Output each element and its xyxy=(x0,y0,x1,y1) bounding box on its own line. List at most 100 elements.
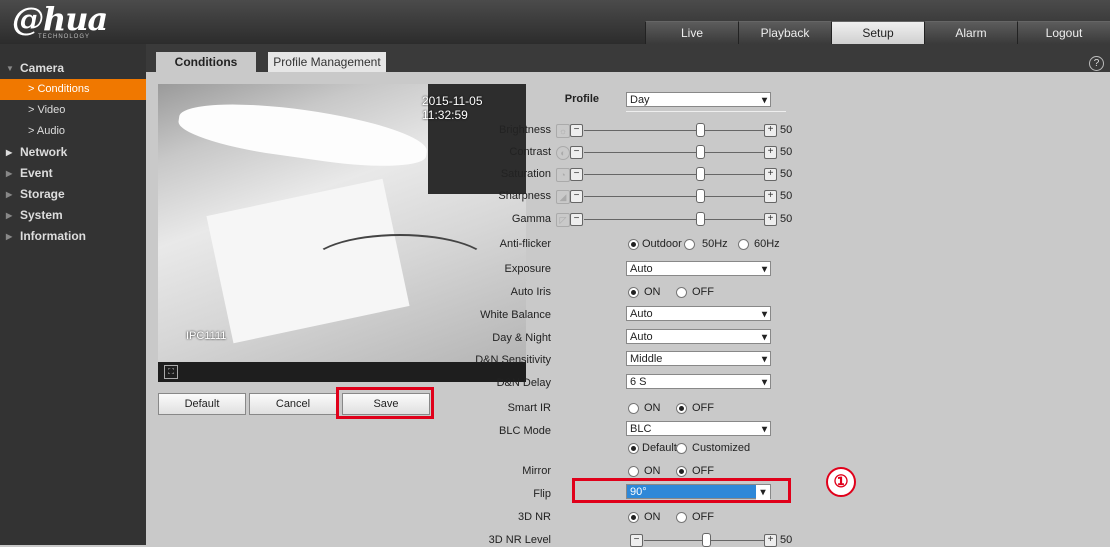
gamma-decrease-button[interactable]: − xyxy=(570,213,583,226)
sidebar-item-conditions[interactable]: > Conditions xyxy=(0,79,146,100)
dn-sensitivity-select[interactable]: Middle ▾ xyxy=(626,351,771,366)
sharpness-value: 50 xyxy=(780,190,793,202)
sidebar-item-system[interactable]: ▶ System xyxy=(0,205,146,226)
blc-customized-label: Customized xyxy=(692,442,751,454)
blc-default-label: Default xyxy=(642,442,677,454)
brightness-label: Brightness xyxy=(499,124,551,136)
default-button[interactable]: Default xyxy=(158,393,246,415)
chevron-down-icon: ▾ xyxy=(761,354,767,365)
saturation-slider-thumb[interactable] xyxy=(696,167,705,181)
top-navigation: Live Playback Setup Alarm Logout xyxy=(645,21,1110,44)
gamma-slider-thumb[interactable] xyxy=(696,212,705,226)
blc-customized-radio[interactable] xyxy=(676,443,687,454)
fullscreen-icon[interactable]: ⛶ xyxy=(164,365,178,379)
blc-default-radio[interactable] xyxy=(628,443,639,454)
blc-mode-label: BLC Mode xyxy=(499,425,551,437)
exposure-select[interactable]: Auto ▾ xyxy=(626,261,771,276)
chevron-down-icon: ▾ xyxy=(761,309,767,320)
saturation-label: Saturation xyxy=(500,168,551,180)
brightness-decrease-button[interactable]: − xyxy=(570,124,583,137)
mirror-on-label: ON xyxy=(644,465,661,477)
anti-flicker-outdoor-label: Outdoor xyxy=(642,238,682,250)
sharpness-track xyxy=(584,196,764,197)
tab-logout[interactable]: Logout xyxy=(1017,21,1110,44)
smart-ir-on-radio[interactable] xyxy=(628,403,639,414)
sidebar-item-label: Network xyxy=(20,145,68,159)
sidebar-item-event[interactable]: ▶ Event xyxy=(0,163,146,184)
gamma-increase-button[interactable]: + xyxy=(764,213,777,226)
3d-nr-level-increase-button[interactable]: + xyxy=(764,534,777,547)
brightness-slider-thumb[interactable] xyxy=(696,123,705,137)
sidebar-item-camera[interactable]: ▼ Camera xyxy=(0,58,146,79)
auto-iris-label: Auto Iris xyxy=(510,286,551,298)
anti-flicker-60hz-radio[interactable] xyxy=(738,239,749,250)
profile-value: Day xyxy=(630,94,650,106)
profile-select[interactable]: Day ▾ xyxy=(626,92,771,107)
tab-alarm[interactable]: Alarm xyxy=(924,21,1017,44)
smart-ir-off-label: OFF xyxy=(692,402,714,414)
sharpness-label: Sharpness xyxy=(498,190,551,202)
saturation-decrease-button[interactable]: − xyxy=(570,168,583,181)
tab-playback[interactable]: Playback xyxy=(738,21,831,44)
contrast-decrease-button[interactable]: − xyxy=(570,146,583,159)
smart-ir-label: Smart IR xyxy=(507,402,551,414)
auto-iris-off-radio[interactable] xyxy=(676,287,687,298)
chevron-down-icon: ▾ xyxy=(761,264,767,275)
tab-conditions[interactable]: Conditions xyxy=(156,52,256,72)
dn-delay-label: D&N Delay xyxy=(496,377,551,389)
white-balance-select[interactable]: Auto ▾ xyxy=(626,306,771,321)
brightness-increase-button[interactable]: + xyxy=(764,124,777,137)
anti-flicker-outdoor-radio[interactable] xyxy=(628,239,639,250)
anti-flicker-50hz-radio[interactable] xyxy=(684,239,695,250)
chevron-down-icon: ▾ xyxy=(761,95,767,106)
3d-nr-level-decrease-button[interactable]: − xyxy=(630,534,643,547)
sidebar-item-audio[interactable]: > Audio xyxy=(0,121,146,142)
sidebar-item-storage[interactable]: ▶ Storage xyxy=(0,184,146,205)
sharpness-increase-button[interactable]: + xyxy=(764,190,777,203)
tab-live[interactable]: Live xyxy=(645,21,738,44)
dn-delay-value: 6 S xyxy=(630,376,647,388)
tab-setup[interactable]: Setup xyxy=(831,21,924,44)
3d-nr-off-radio[interactable] xyxy=(676,512,687,523)
brand-tagline: TECHNOLOGY xyxy=(38,34,91,40)
3d-nr-level-label: 3D NR Level xyxy=(488,534,551,546)
auto-iris-on-radio[interactable] xyxy=(628,287,639,298)
dn-delay-select[interactable]: 6 S ▾ xyxy=(626,374,771,389)
collapsed-arrow-icon: ▶ xyxy=(6,190,13,199)
flip-label: Flip xyxy=(533,488,551,500)
collapsed-arrow-icon: ▶ xyxy=(6,148,13,157)
contrast-label: Contrast xyxy=(509,146,551,158)
tab-profile-management[interactable]: Profile Management xyxy=(268,52,386,72)
saturation-value: 50 xyxy=(780,168,793,180)
help-icon[interactable]: ? xyxy=(1089,56,1104,71)
anti-flicker-60hz-label: 60Hz xyxy=(754,238,780,250)
smart-ir-off-radio[interactable] xyxy=(676,403,687,414)
saturation-increase-button[interactable]: + xyxy=(764,168,777,181)
mirror-on-radio[interactable] xyxy=(628,466,639,477)
main-panel: Conditions Profile Management ? 2015-11-… xyxy=(146,44,1110,547)
top-bar: @hua TECHNOLOGY Live Playback Setup Alar… xyxy=(0,0,1110,44)
mirror-off-radio[interactable] xyxy=(676,466,687,477)
saturation-track xyxy=(584,174,764,175)
saturation-icon: ◔ xyxy=(556,168,570,182)
exposure-value: Auto xyxy=(630,263,653,275)
day-night-select[interactable]: Auto ▾ xyxy=(626,329,771,344)
gamma-label: Gamma xyxy=(511,213,551,225)
sidebar-item-network[interactable]: ▶ Network xyxy=(0,142,146,163)
brightness-track xyxy=(584,130,764,131)
cancel-button[interactable]: Cancel xyxy=(249,393,337,415)
contrast-slider-thumb[interactable] xyxy=(696,145,705,159)
contrast-value: 50 xyxy=(780,146,793,158)
expanded-arrow-icon: ▼ xyxy=(6,64,14,73)
sidebar-item-information[interactable]: ▶ Information xyxy=(0,226,146,247)
collapsed-arrow-icon: ▶ xyxy=(6,232,13,241)
sidebar-item-video[interactable]: > Video xyxy=(0,100,146,121)
sharpness-decrease-button[interactable]: − xyxy=(570,190,583,203)
save-highlight-box xyxy=(336,387,434,419)
day-night-label: Day & Night xyxy=(492,332,551,344)
3d-nr-on-radio[interactable] xyxy=(628,512,639,523)
contrast-increase-button[interactable]: + xyxy=(764,146,777,159)
sharpness-slider-thumb[interactable] xyxy=(696,189,705,203)
blc-mode-select[interactable]: BLC ▾ xyxy=(626,421,771,436)
chevron-down-icon: ▾ xyxy=(761,377,767,388)
